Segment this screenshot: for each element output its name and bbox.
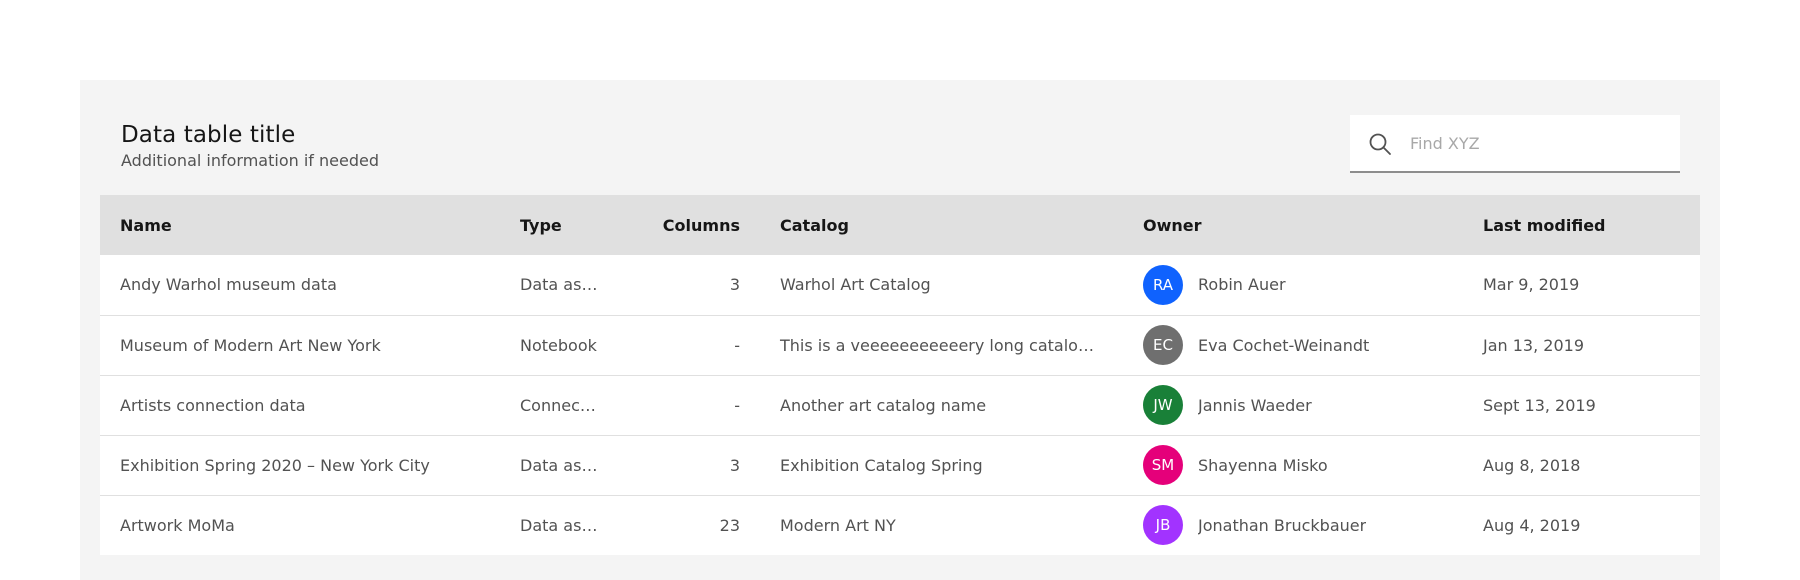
owner-name: Jonathan Bruckbauer (1198, 515, 1367, 535)
cell-name: Artists connection data (100, 374, 500, 435)
avatar: JW (1143, 385, 1183, 425)
owner-name: Eva Cochet-Weinandt (1198, 335, 1370, 355)
data-table-container: Data table title Additional information … (80, 80, 1720, 580)
cell-name: Exhibition Spring 2020 – New York City (100, 434, 500, 495)
cell-name: Museum of Modern Art New York (100, 314, 500, 375)
column-header-catalog[interactable]: Catalog (760, 195, 1123, 255)
cell-last-modified: Aug 4, 2019 (1463, 494, 1700, 555)
avatar: SM (1143, 445, 1183, 485)
owner-name: Robin Auer (1198, 275, 1286, 295)
table-subtitle: Additional information if needed (121, 151, 379, 170)
table-header-row: Name Type Columns Catalog Owner Last mod… (100, 195, 1700, 255)
search-icon (1369, 133, 1391, 155)
table-row[interactable]: Andy Warhol museum data Data asset 3 War… (100, 255, 1700, 315)
avatar: RA (1143, 264, 1183, 305)
data-table: Name Type Columns Catalog Owner Last mod… (100, 195, 1700, 555)
cell-owner: SM Shayenna Misko (1123, 434, 1463, 495)
table-row[interactable]: Exhibition Spring 2020 – New York City D… (100, 434, 1700, 495)
column-header-columns[interactable]: Columns (620, 195, 760, 255)
cell-owner: RA Robin Auer (1123, 255, 1463, 315)
owner-name: Shayenna Misko (1198, 455, 1328, 475)
cell-columns: - (620, 374, 760, 435)
table-header: Data table title Additional information … (121, 120, 379, 172)
cell-last-modified: Sept 13, 2019 (1463, 374, 1700, 435)
owner-name: Jannis Waeder (1198, 395, 1312, 415)
cell-columns: 3 (620, 434, 760, 495)
cell-type: Notebook (500, 314, 620, 375)
cell-last-modified: Aug 8, 2018 (1463, 434, 1700, 495)
cell-catalog: This is a veeeeeeeeeeery long catalog na… (760, 314, 1123, 375)
cell-catalog: Another art catalog name (760, 374, 1123, 435)
column-header-owner[interactable]: Owner (1123, 195, 1463, 255)
cell-name: Artwork MoMa (100, 494, 500, 555)
column-header-last-modified[interactable]: Last modified (1463, 195, 1700, 255)
avatar: EC (1143, 325, 1183, 365)
cell-owner: JB Jonathan Bruckbauer (1123, 494, 1463, 555)
cell-last-modified: Jan 13, 2019 (1463, 314, 1700, 375)
table-row[interactable]: Museum of Modern Art New York Notebook -… (100, 314, 1700, 375)
column-header-name[interactable]: Name (100, 195, 500, 255)
cell-catalog: Warhol Art Catalog (760, 255, 1123, 315)
cell-catalog: Exhibition Catalog Spring (760, 434, 1123, 495)
avatar: JB (1143, 505, 1183, 546)
column-header-type[interactable]: Type (500, 195, 620, 255)
cell-type: Data asset (500, 255, 620, 315)
cell-name: Andy Warhol museum data (100, 255, 500, 315)
search-box[interactable] (1350, 115, 1680, 173)
cell-owner: EC Eva Cochet-Weinandt (1123, 314, 1463, 375)
cell-columns: 3 (620, 255, 760, 315)
cell-catalog: Modern Art NY (760, 494, 1123, 555)
cell-type: Data asset (500, 494, 620, 555)
table-row[interactable]: Artists connection data Connection - Ano… (100, 374, 1700, 435)
cell-type: Data asset (500, 434, 620, 495)
search-input[interactable] (1410, 115, 1665, 171)
table-title: Data table title (121, 122, 296, 148)
cell-columns: 23 (620, 494, 760, 555)
cell-owner: JW Jannis Waeder (1123, 374, 1463, 435)
cell-type: Connection (500, 374, 620, 435)
cell-columns: - (620, 314, 760, 375)
table-row[interactable]: Artwork MoMa Data asset 23 Modern Art NY… (100, 494, 1700, 555)
cell-last-modified: Mar 9, 2019 (1463, 255, 1700, 315)
